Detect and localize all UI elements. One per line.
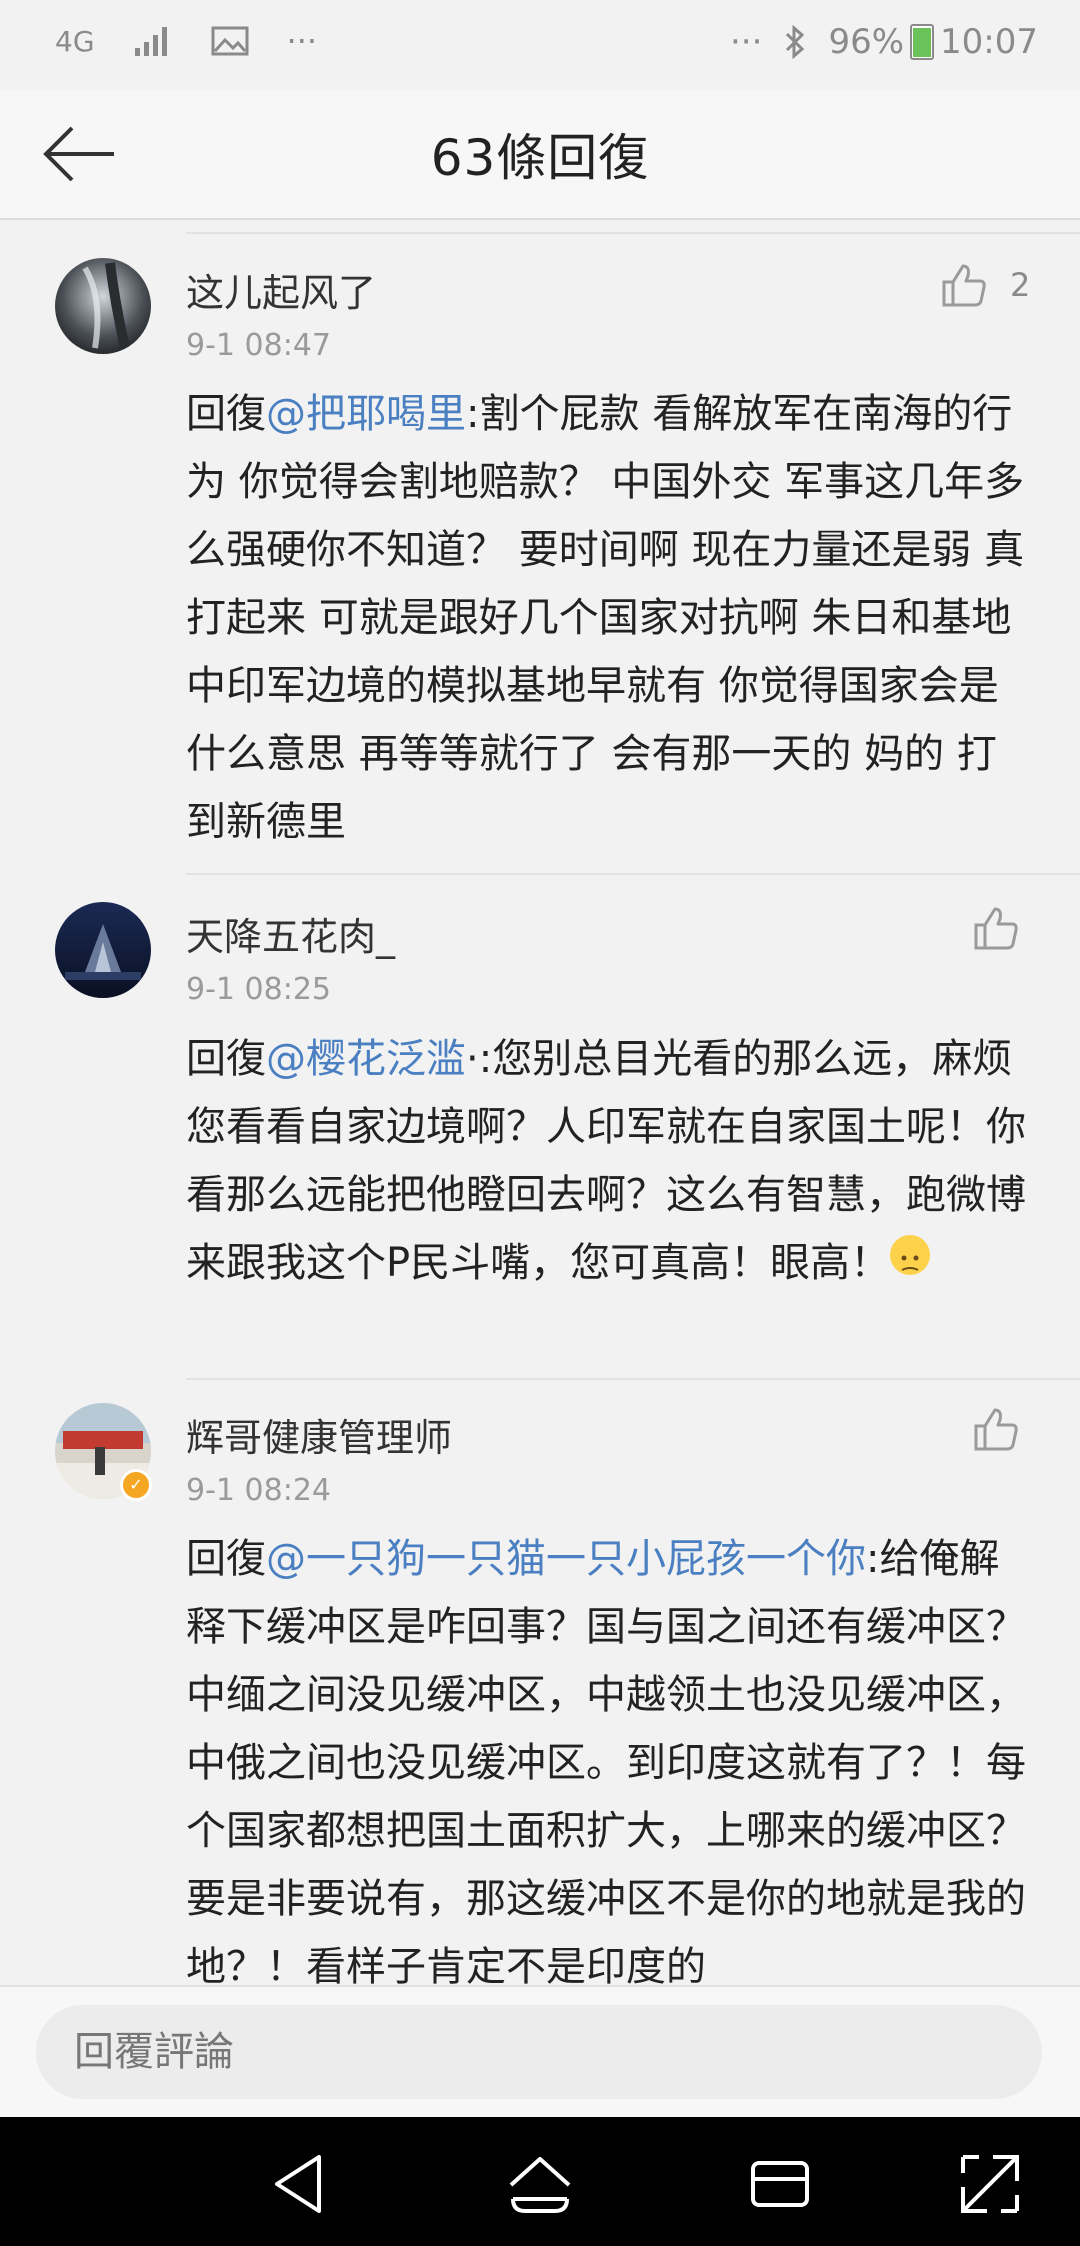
recent-apps-icon xyxy=(751,2161,809,2207)
comment-text: 回復@把耶喝里:割个屁款 看解放军在南海的行为 你觉得会割地赔款？ 中国外交 军… xyxy=(186,380,1036,856)
status-left: 4G ··· xyxy=(55,22,355,60)
network-indicator: 4G xyxy=(55,25,95,58)
thumbs-up-icon xyxy=(974,907,1018,950)
reply-input[interactable]: 回覆評論 xyxy=(36,2005,1042,2099)
reply-prefix: 回復 xyxy=(186,391,266,437)
signal-icon xyxy=(133,24,173,58)
clock: 10:07 xyxy=(940,22,1038,62)
header: 63條回復 xyxy=(0,90,1080,220)
status-right: ··· 96% 10:07 xyxy=(708,22,1038,62)
comment-list[interactable]: 这儿起风了 9-1 08:47 2 回復@把耶喝里:割个屁款 看解放军在南海的行… xyxy=(0,220,1080,1985)
page-title: 63條回復 xyxy=(430,129,650,187)
timestamp: 9-1 08:47 xyxy=(186,328,331,363)
bluetooth-icon xyxy=(784,25,806,59)
reply-prefix: 回復 xyxy=(186,1536,266,1582)
thinking-emoji-icon xyxy=(890,1235,931,1275)
verified-badge-icon: ✓ xyxy=(120,1469,152,1501)
mention-link[interactable]: @一只狗一只猫一只小屁孩一个你 xyxy=(266,1536,866,1582)
mention-link[interactable]: @把耶喝里 xyxy=(266,391,466,437)
like-count: 2 xyxy=(1010,266,1031,304)
username[interactable]: 辉哥健康管理师 xyxy=(186,1407,452,1462)
notification-overflow: ··· xyxy=(286,22,318,60)
avatar[interactable] xyxy=(55,258,151,354)
home-icon xyxy=(509,2157,571,2213)
comment-content: :给俺解释下缓冲区是咋回事？国与国之间还有缓冲区？中缅之间没见缓冲区，中越领土也… xyxy=(186,1536,1026,1985)
nav-back-button[interactable] xyxy=(265,2149,335,2219)
comment-text: 回復@一只狗一只猫一只小屁孩一个你:给俺解释下缓冲区是咋回事？国与国之间还有缓冲… xyxy=(186,1525,1036,1985)
network-label: 4G xyxy=(55,24,95,58)
comment-content: :割个屁款 看解放军在南海的行为 你觉得会割地赔款？ 中国外交 军事这几年多么强… xyxy=(186,391,1025,845)
expand-icon xyxy=(961,2155,1019,2213)
mention-link[interactable]: @樱花泛滥 xyxy=(266,1036,466,1082)
triangle-back-icon xyxy=(275,2155,321,2213)
nav-expand-button[interactable] xyxy=(955,2149,1025,2219)
more-indicator: ··· xyxy=(730,22,763,62)
username[interactable]: 这儿起风了 xyxy=(186,262,376,317)
battery-percent: 96% xyxy=(828,22,905,62)
comment-text: 回復@樱花泛滥·:您别总目光看的那么远，麻烦您看看自家边境啊？人印军就在自家国土… xyxy=(186,1025,1036,1297)
status-bar: 4G ··· ··· 96% 10:07 xyxy=(0,0,1080,90)
battery-icon xyxy=(910,24,938,60)
comment-item[interactable]: 这儿起风了 9-1 08:47 2 回復@把耶喝里:割个屁款 看解放军在南海的行… xyxy=(0,220,1080,875)
reply-bar: 回覆評論 xyxy=(0,1985,1080,2119)
navigation-bar xyxy=(0,2117,1080,2246)
thumbs-up-icon xyxy=(942,264,986,307)
reply-prefix: 回復 xyxy=(186,1036,266,1082)
comment-item[interactable]: 天降五花肉_ 9-1 08:25 回復@樱花泛滥·:您别总目光看的那么远，麻烦您… xyxy=(0,875,1080,1380)
avatar[interactable] xyxy=(55,902,151,998)
like-button[interactable] xyxy=(972,905,1020,951)
like-button[interactable] xyxy=(972,1406,1020,1452)
thumbs-up-icon xyxy=(974,1408,1018,1451)
nav-home-button[interactable] xyxy=(505,2149,575,2219)
username[interactable]: 天降五花肉_ xyxy=(186,906,395,961)
nav-recent-button[interactable] xyxy=(745,2149,815,2219)
comment-item[interactable]: ✓ 辉哥健康管理师 9-1 08:24 回復@一只狗一只猫一只小屁孩一个你:给俺… xyxy=(0,1380,1080,1985)
timestamp: 9-1 08:25 xyxy=(186,972,331,1007)
like-button[interactable]: 2 xyxy=(940,262,1030,308)
timestamp: 9-1 08:24 xyxy=(186,1473,331,1508)
image-icon xyxy=(211,25,249,57)
